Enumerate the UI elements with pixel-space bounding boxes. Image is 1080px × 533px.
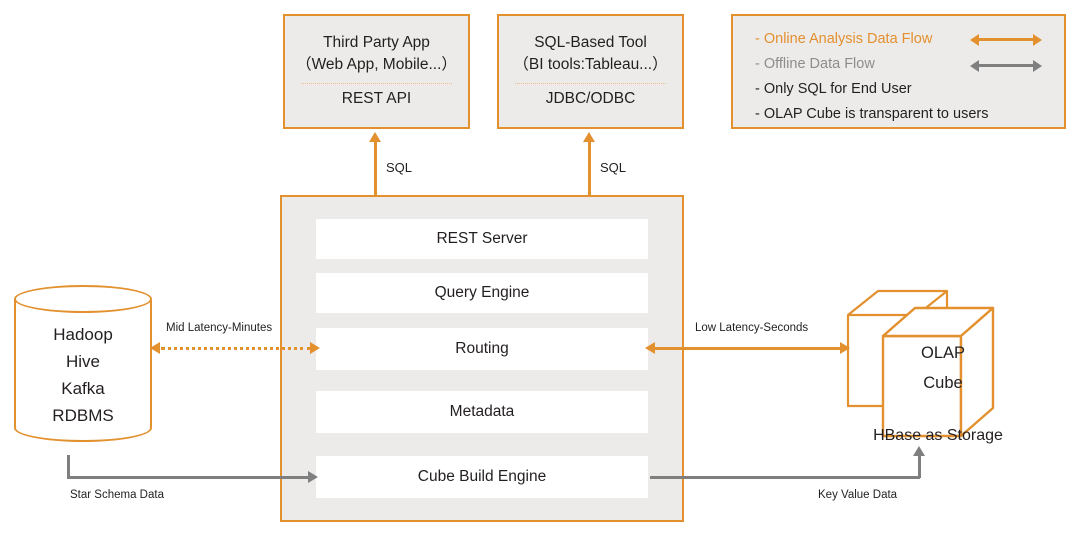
sql-label-right: SQL [600,160,627,175]
mid-latency-dotted-line [161,347,311,350]
client-divider [515,83,666,84]
diagram-canvas: Third Party App （Web App, Mobile...） RES… [0,0,1080,533]
client-title-line2: （Web App, Mobile...） [296,56,457,73]
low-latency-line [655,347,843,350]
arrow-up-icon [913,446,925,456]
panel-row-query-engine[interactable]: Query Engine [316,273,648,313]
client-box-third-party-app[interactable]: Third Party App （Web App, Mobile...） RES… [283,14,470,129]
panel-row-label: Query Engine [434,284,530,301]
key-value-label: Key Value Data [818,489,898,501]
legend-item-only-sql: - Only SQL for End User [733,77,1064,102]
client-api-label: JDBC/ODBC [545,90,636,107]
legend-label: - Online Analysis Data Flow [755,31,933,47]
legend-item-offline-flow: - Offline Data Flow [733,52,1064,77]
sql-connector-line-right [588,141,591,195]
panel-row-routing[interactable]: Routing [316,328,648,370]
arrow-right-icon [310,342,320,354]
client-divider [301,83,452,84]
panel-row-metadata[interactable]: Metadata [316,391,648,433]
datastore-line-hadoop: Hadoop [53,325,113,344]
arrow-left-icon [645,342,655,354]
datastore-line-hive: Hive [65,352,100,371]
arrow-up-icon [583,132,595,142]
mid-latency-label: Mid Latency-Minutes [166,322,273,334]
datastore-line-rdbms: RDBMS [52,406,114,425]
client-title: SQL-Based Tool （BI tools:Tableau...） [513,32,667,76]
legend-item-olap-transparent: - OLAP Cube is transparent to users [733,102,1064,127]
arrow-up-icon [369,132,381,142]
client-title-line1: Third Party App [323,34,430,51]
star-schema-label: Star Schema Data [70,489,164,501]
client-api-label: REST API [341,90,412,107]
gray-double-arrow-icon [970,59,1042,72]
sql-label-left: SQL [386,160,413,175]
panel-row-label: Routing [455,340,509,357]
datastore-line-kafka: Kafka [61,379,105,398]
key-value-horizontal-line [650,476,920,479]
legend-box: - Online Analysis Data Flow - Offline Da… [731,14,1066,129]
arrow-left-icon [150,342,160,354]
panel-row-label: Metadata [449,403,515,420]
client-title-line2: （BI tools:Tableau...） [513,56,668,73]
panel-row-label: Cube Build Engine [417,468,547,485]
legend-label: - OLAP Cube is transparent to users [755,106,989,122]
cylinder-top-ellipse [14,285,152,313]
client-title: Third Party App （Web App, Mobile...） [296,32,457,76]
sql-connector-line-left [374,141,377,195]
low-latency-label: Low Latency-Seconds [695,322,809,334]
legend-label: - Offline Data Flow [755,56,875,72]
cube-line-cube: Cube [923,374,963,392]
legend-label: - Only SQL for End User [755,81,912,97]
key-value-vertical-line [918,455,921,478]
arrow-right-icon [308,471,318,483]
cube-line-olap: OLAP [920,344,966,362]
panel-row-cube-build-engine[interactable]: Cube Build Engine [316,456,648,498]
client-box-sql-based-tool[interactable]: SQL-Based Tool （BI tools:Tableau...） JDB… [497,14,684,129]
orange-double-arrow-icon [970,33,1042,46]
legend-item-online-analysis: - Online Analysis Data Flow [733,27,1064,52]
hbase-storage-label: HBase as Storage [873,427,1003,444]
cylinder-labels: Hadoop Hive Kafka RDBMS [14,321,152,429]
cube-labels: OLAP Cube [888,338,998,398]
panel-row-label: REST Server [436,230,528,247]
star-schema-horizontal-line [67,476,310,479]
client-title-line1: SQL-Based Tool [534,34,647,51]
source-datastore-cylinder[interactable]: Hadoop Hive Kafka RDBMS [14,285,152,442]
panel-row-rest-server[interactable]: REST Server [316,219,648,259]
